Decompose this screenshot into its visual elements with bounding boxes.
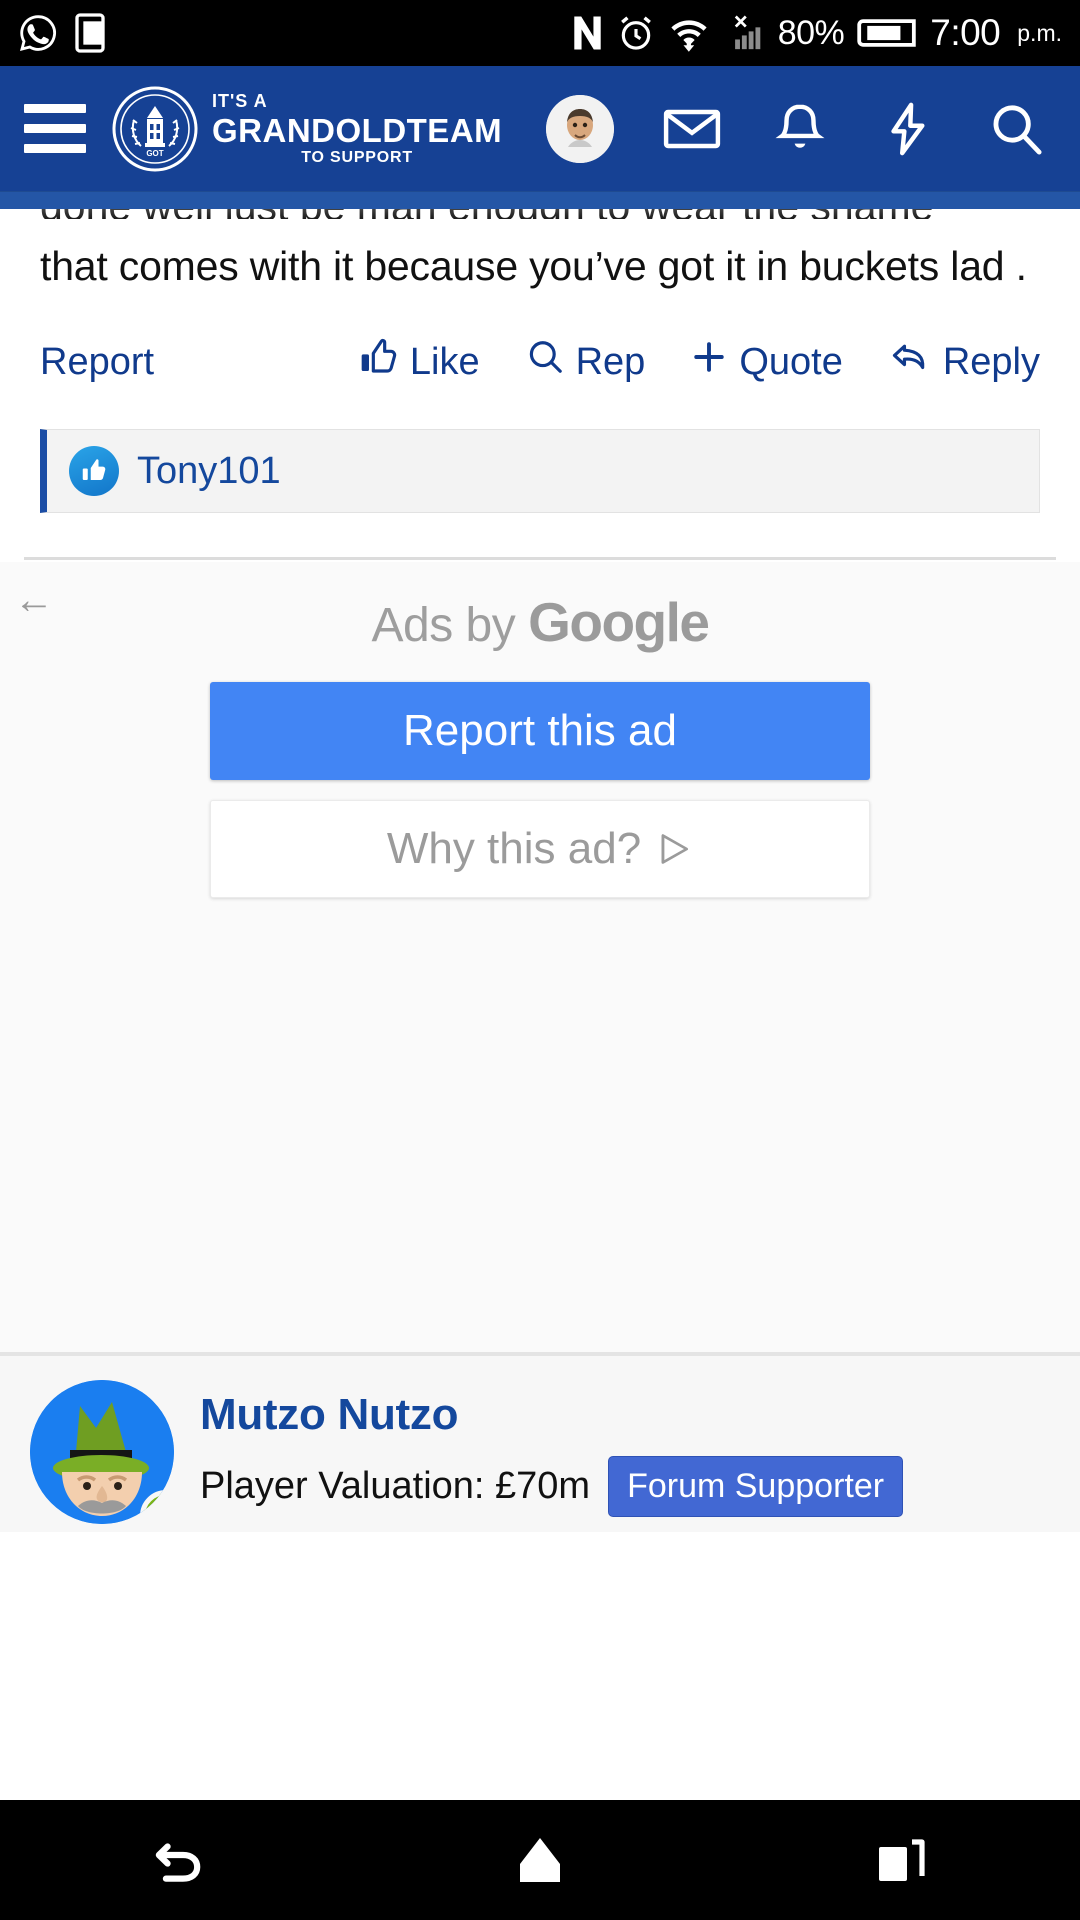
- rep-button[interactable]: Rep: [526, 338, 646, 386]
- adchoices-icon: [655, 830, 693, 868]
- ads-by-prefix: Ads by: [371, 599, 529, 653]
- mutzo-nutzo-avatar[interactable]: [30, 1380, 174, 1525]
- wifi-icon: [668, 13, 710, 53]
- post-likes-section: Tony101: [0, 429, 1080, 514]
- reply-button[interactable]: Reply: [889, 338, 1040, 386]
- ads-by-google-label: Ads by Google: [0, 562, 1080, 654]
- why-this-ad-button[interactable]: Why this ad?: [210, 800, 870, 899]
- back-arrow-icon[interactable]: ←: [14, 580, 54, 620]
- user-avatar[interactable]: [546, 94, 614, 163]
- whatsapp-icon: [18, 13, 58, 53]
- user-sub-row: Player Valuation: £70m Forum Supporter: [200, 1456, 904, 1518]
- report-button[interactable]: Report: [40, 341, 154, 384]
- bell-icon[interactable]: [770, 99, 830, 159]
- site-header: GOT IT'S A GRANDOLDTEAM TO SUPPORT: [0, 66, 1080, 191]
- search-rep-icon: [526, 338, 564, 386]
- plus-icon: [691, 339, 727, 385]
- post-separator: [24, 557, 1056, 561]
- battery-icon: [857, 14, 917, 52]
- search-icon[interactable]: [986, 99, 1046, 159]
- header-underline-strip: [0, 191, 1080, 209]
- post-author-name[interactable]: Mutzo Nutzo: [200, 1390, 903, 1440]
- grandoldteam-badge-logo: GOT: [112, 86, 198, 172]
- reply-label: Reply: [942, 340, 1040, 383]
- google-wordmark: Google: [528, 591, 710, 654]
- post-content: done well just be man enough to wear the…: [0, 193, 1080, 561]
- lightning-icon[interactable]: [878, 99, 938, 159]
- post-action-row: Report Like Rep Quote Reply: [0, 331, 1080, 393]
- svg-text:GOT: GOT: [146, 149, 163, 158]
- report-this-ad-button[interactable]: Report this ad: [210, 682, 870, 781]
- reply-arrow-icon: [889, 338, 931, 386]
- player-valuation: Player Valuation: £70m: [200, 1465, 591, 1508]
- report-this-ad-label: Report this ad: [403, 706, 677, 756]
- sim-card-icon: [74, 13, 106, 53]
- recents-nav-icon[interactable]: [840, 1800, 960, 1920]
- user-meta: Mutzo Nutzo Player Valuation: £70m Forum…: [200, 1380, 904, 1518]
- inbox-icon[interactable]: [662, 99, 722, 159]
- liker-username[interactable]: Tony101: [137, 450, 281, 493]
- android-nav-bar: [0, 1800, 1080, 1920]
- thumbs-up-icon: [69, 446, 119, 497]
- next-post-user-block: Mutzo Nutzo Player Valuation: £70m Forum…: [0, 1356, 1080, 1533]
- header-icon-row: [546, 94, 1056, 163]
- hamburger-menu-icon[interactable]: [24, 104, 86, 153]
- quote-button[interactable]: Quote: [691, 339, 843, 385]
- battery-percent: 80%: [777, 13, 845, 52]
- thumbs-up-icon: [358, 337, 398, 387]
- report-label: Report: [40, 340, 155, 383]
- why-this-ad-label: Why this ad?: [386, 824, 642, 874]
- quote-label: Quote: [739, 340, 843, 383]
- home-nav-icon[interactable]: [480, 1800, 600, 1920]
- site-brand[interactable]: GOT IT'S A GRANDOLDTEAM TO SUPPORT: [112, 86, 502, 172]
- like-label: Like: [409, 340, 480, 383]
- rep-label: Rep: [575, 340, 646, 383]
- post-body-text: that comes with it because you’ve got it…: [40, 243, 1027, 289]
- status-bar-right-icons: 80% 7:00 p.m.: [571, 12, 1062, 54]
- likes-bar[interactable]: Tony101: [40, 429, 1040, 514]
- status-bar-left-icons: [18, 13, 106, 53]
- forum-supporter-badge[interactable]: Forum Supporter: [608, 1456, 904, 1518]
- like-button[interactable]: Like: [358, 337, 480, 387]
- android-status-bar: 80% 7:00 p.m.: [0, 0, 1080, 66]
- brand-line-grandoldteam: GRANDOLDTEAM: [212, 111, 503, 149]
- signal-icon: [723, 12, 765, 54]
- google-ad-container: ← Ads by Google Report this ad Why this …: [0, 562, 1080, 1353]
- brand-line-its-a: IT'S A: [212, 90, 268, 111]
- clock-meridiem: p.m.: [1017, 19, 1062, 46]
- alarm-icon: [617, 13, 655, 53]
- brand-wordmark: IT'S A GRANDOLDTEAM TO SUPPORT: [212, 92, 502, 166]
- clock-time: 7:00: [930, 12, 1001, 53]
- back-nav-icon[interactable]: [120, 1800, 240, 1920]
- nfc-icon: [571, 13, 604, 53]
- brand-line-to-support: TO SUPPORT: [301, 148, 413, 166]
